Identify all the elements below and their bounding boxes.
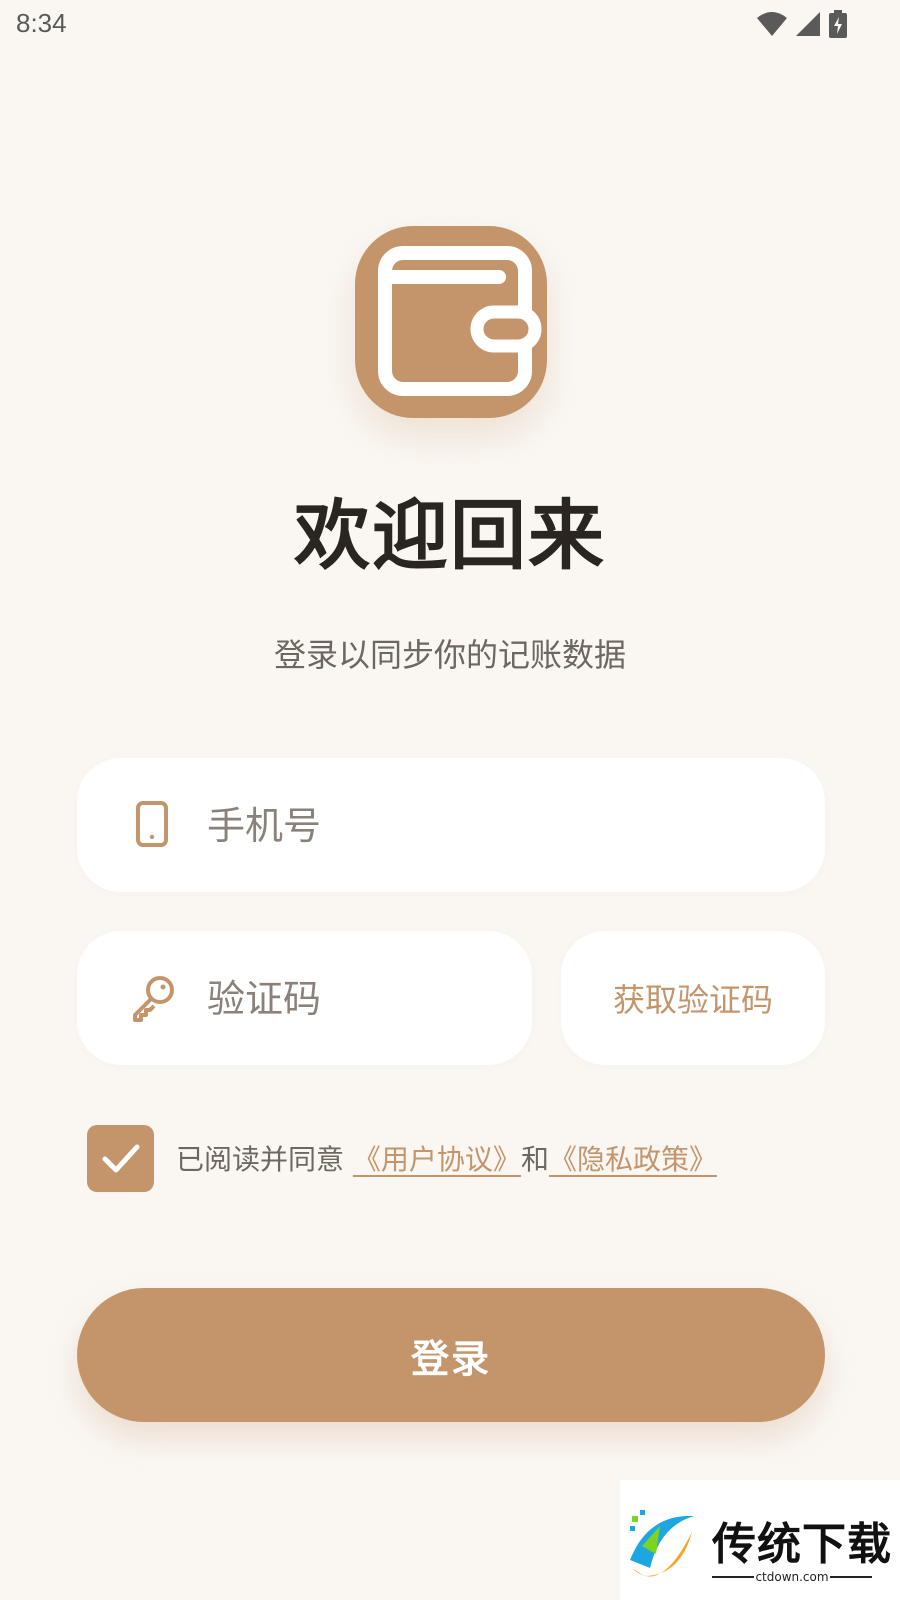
login-button[interactable]: 登录 xyxy=(77,1288,825,1422)
battery-charging-icon xyxy=(829,10,847,38)
wifi-icon xyxy=(757,12,787,36)
checkmark-icon xyxy=(102,1144,139,1173)
watermark: 传统下载 ctdown.com xyxy=(620,1480,900,1600)
status-time: 8:34 xyxy=(16,8,67,38)
agreement-conjunction: 和 xyxy=(520,1143,549,1176)
get-code-button[interactable]: 获取验证码 xyxy=(561,931,825,1065)
signal-icon xyxy=(796,12,820,36)
app-logo xyxy=(355,226,547,418)
code-field[interactable] xyxy=(77,931,532,1065)
phone-field[interactable] xyxy=(77,758,825,892)
key-icon xyxy=(133,976,174,1022)
agreement-text: 已阅读并同意 《用户协议》和《隐私政策》 xyxy=(176,1138,717,1178)
page-title: 欢迎回来 xyxy=(294,491,606,580)
status-bar: 8:34 xyxy=(0,0,900,50)
phone-icon xyxy=(136,801,168,847)
watermark-divider-right xyxy=(830,1576,872,1578)
wallet-icon xyxy=(378,246,542,396)
privacy-policy-link[interactable]: 《隐私政策》 xyxy=(549,1143,717,1176)
watermark-name: 传统下载 xyxy=(712,1519,892,1570)
phone-input[interactable] xyxy=(205,788,789,864)
code-input[interactable] xyxy=(205,961,509,1037)
agreement-checkbox[interactable] xyxy=(87,1124,154,1192)
watermark-logo-icon xyxy=(630,1510,694,1577)
page-subtitle: 登录以同步你的记账数据 xyxy=(273,636,626,674)
agreement-row: 已阅读并同意 《用户协议》和《隐私政策》 xyxy=(87,1124,717,1192)
agreement-prefix: 已阅读并同意 xyxy=(176,1143,345,1176)
user-agreement-link[interactable]: 《用户协议》 xyxy=(353,1143,521,1176)
status-icons xyxy=(756,10,848,38)
